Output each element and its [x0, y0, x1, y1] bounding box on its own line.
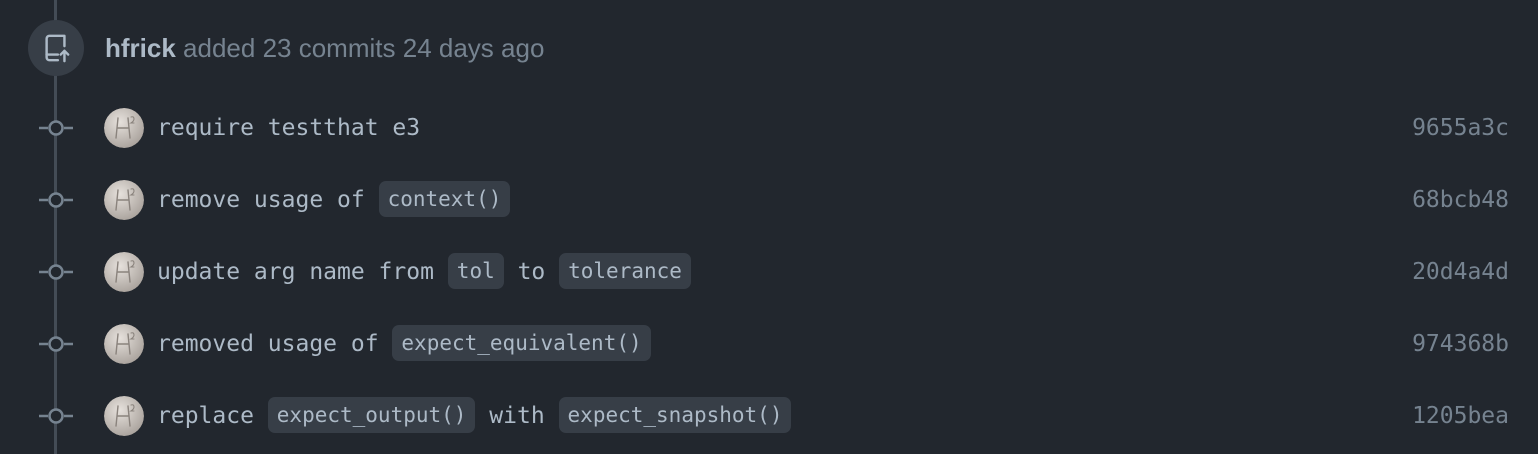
- event-time[interactable]: 24 days ago: [403, 33, 545, 63]
- inline-code: tol: [447, 252, 504, 289]
- inline-code: expect_snapshot(): [558, 396, 792, 433]
- commit-message-text: removed usage of: [157, 331, 393, 357]
- commit-message-text: remove usage of: [157, 187, 379, 213]
- commit-message[interactable]: remove usage of context(): [157, 174, 511, 226]
- author-link[interactable]: hfrick: [105, 33, 176, 63]
- git-commit-icon: [38, 336, 74, 352]
- commit-message-text: replace: [157, 403, 268, 429]
- inline-code: context(): [378, 180, 511, 217]
- avatar[interactable]: [104, 180, 144, 220]
- commit-sha-link[interactable]: 974368b: [1412, 318, 1509, 370]
- commit-message-text: to: [503, 259, 560, 285]
- commit-sha-link[interactable]: 1205bea: [1412, 390, 1509, 442]
- push-event-badge: [28, 20, 84, 76]
- inline-code: expect_output(): [267, 396, 476, 433]
- git-commit-icon: [38, 408, 74, 424]
- commit-sha-link[interactable]: 20d4a4d: [1412, 246, 1509, 298]
- commit-sha-link[interactable]: 68bcb48: [1412, 174, 1509, 226]
- commit-row: update arg name from tol to tolerance 20d…: [0, 246, 1538, 298]
- event-header: hfrick added 23 commits 24 days ago: [105, 28, 544, 68]
- commit-row: remove usage of context() 68bcb48: [0, 174, 1538, 226]
- commit-message[interactable]: update arg name from tol to tolerance: [157, 246, 691, 298]
- commit-sha-link[interactable]: 9655a3c: [1412, 102, 1509, 154]
- commit-message[interactable]: replace expect_output() with expect_snap…: [157, 390, 792, 442]
- inline-code: expect_equivalent(): [392, 324, 651, 361]
- git-commit-icon: [38, 192, 74, 208]
- avatar[interactable]: [104, 324, 144, 364]
- avatar[interactable]: [104, 252, 144, 292]
- commit-row: replace expect_output() with expect_snap…: [0, 390, 1538, 442]
- git-commit-icon: [38, 120, 74, 136]
- avatar[interactable]: [104, 108, 144, 148]
- repo-push-icon: [45, 34, 70, 63]
- event-action: added 23 commits: [183, 33, 396, 63]
- inline-code: tolerance: [559, 252, 691, 289]
- commit-message-text: with: [475, 403, 559, 429]
- commit-timeline: hfrick added 23 commits 24 days ago requ…: [0, 0, 1538, 454]
- avatar[interactable]: [104, 396, 144, 436]
- commit-row: removed usage of expect_equivalent() 9743…: [0, 318, 1538, 370]
- commit-row: require testthat e3 9655a3c: [0, 102, 1538, 154]
- commit-message-text: require testthat e3: [157, 115, 421, 141]
- commit-message[interactable]: require testthat e3: [157, 102, 420, 154]
- commit-message[interactable]: removed usage of expect_equivalent(): [157, 318, 651, 370]
- git-commit-icon: [38, 264, 74, 280]
- commit-message-text: update arg name from: [157, 259, 448, 285]
